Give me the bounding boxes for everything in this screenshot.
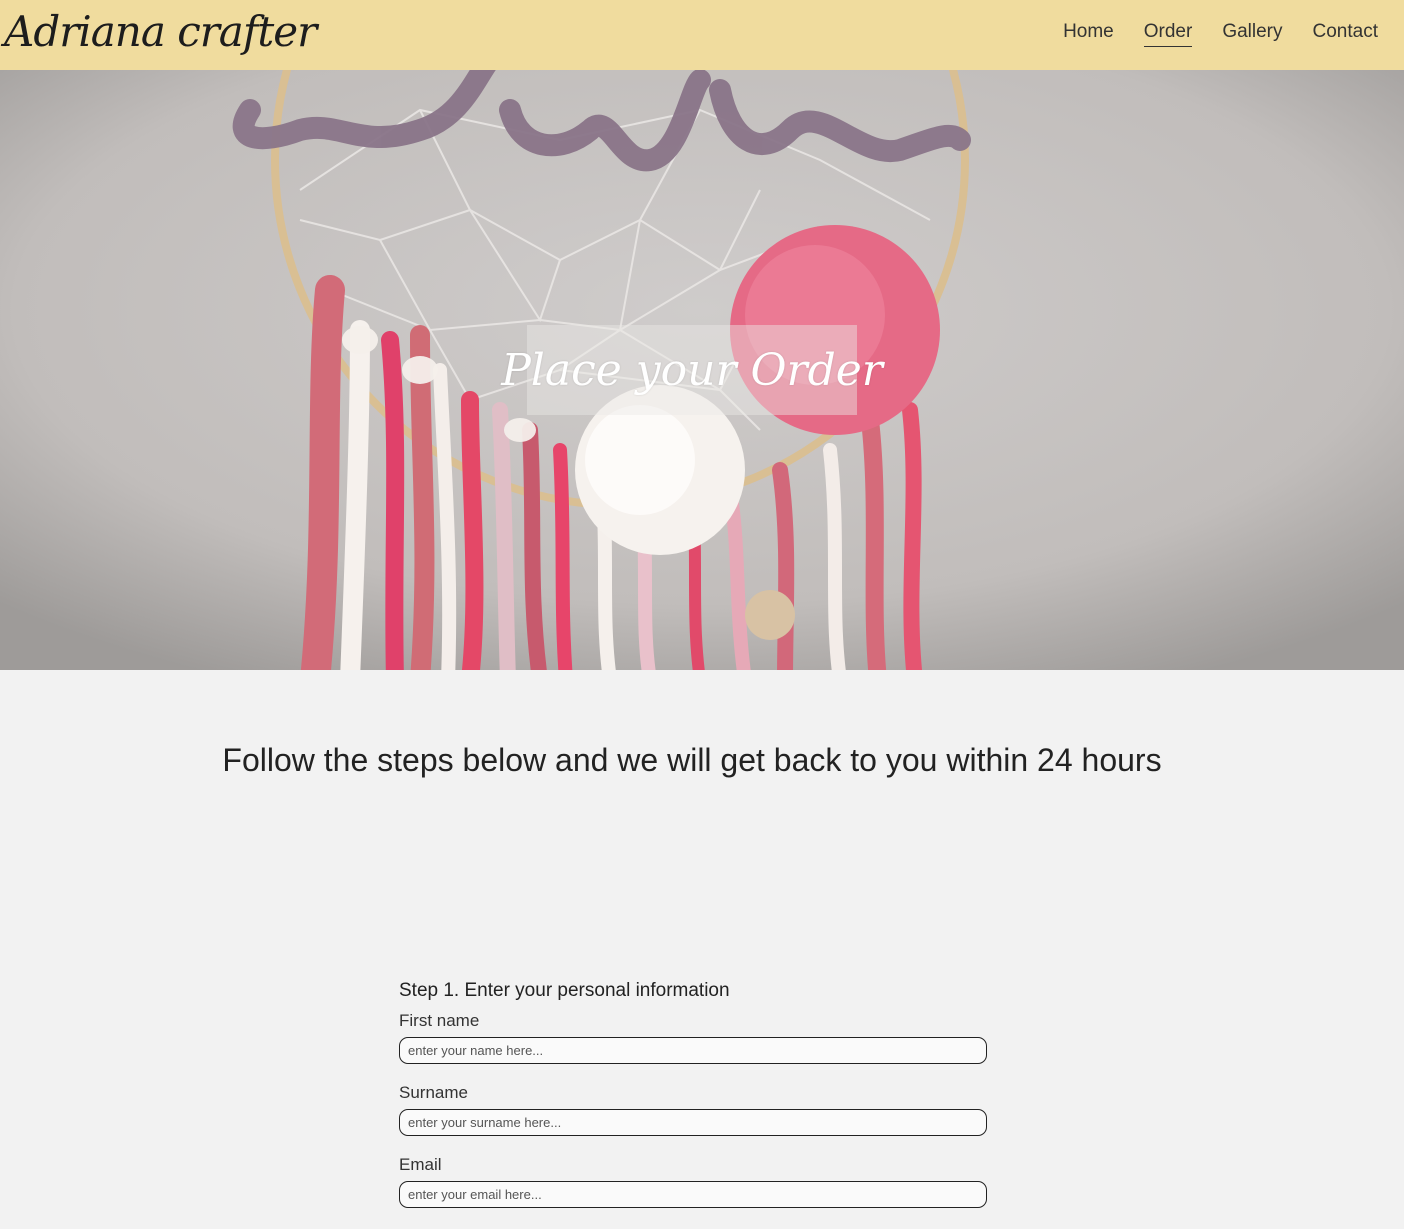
hero-title-box: Place your Order: [501, 325, 883, 415]
hero-banner: Place your Order: [0, 70, 1404, 670]
surname-input[interactable]: [399, 1109, 987, 1136]
order-form: Step 1. Enter your personal information …: [399, 978, 987, 1226]
nav-link-home[interactable]: Home: [1063, 20, 1114, 47]
nav-link-gallery[interactable]: Gallery: [1222, 20, 1282, 47]
top-navigation-bar: Adriana crafter Home Order Gallery Conta…: [0, 0, 1404, 70]
surname-label: Surname: [399, 1083, 468, 1102]
step-1-title: Step 1. Enter your personal information: [399, 980, 730, 1001]
first-name-label: First name: [399, 1011, 480, 1030]
hero-title: Place your Order: [501, 344, 883, 396]
email-input[interactable]: [399, 1181, 987, 1208]
nav-link-contact[interactable]: Contact: [1313, 20, 1378, 47]
email-label: Email: [399, 1155, 442, 1174]
main-nav: Home Order Gallery Contact: [1063, 20, 1378, 47]
brand-logo[interactable]: Adriana crafter: [4, 2, 317, 62]
first-name-input[interactable]: [399, 1037, 987, 1064]
intro-text: Follow the steps below and we will get b…: [222, 742, 1162, 778]
nav-link-order[interactable]: Order: [1143, 20, 1193, 47]
